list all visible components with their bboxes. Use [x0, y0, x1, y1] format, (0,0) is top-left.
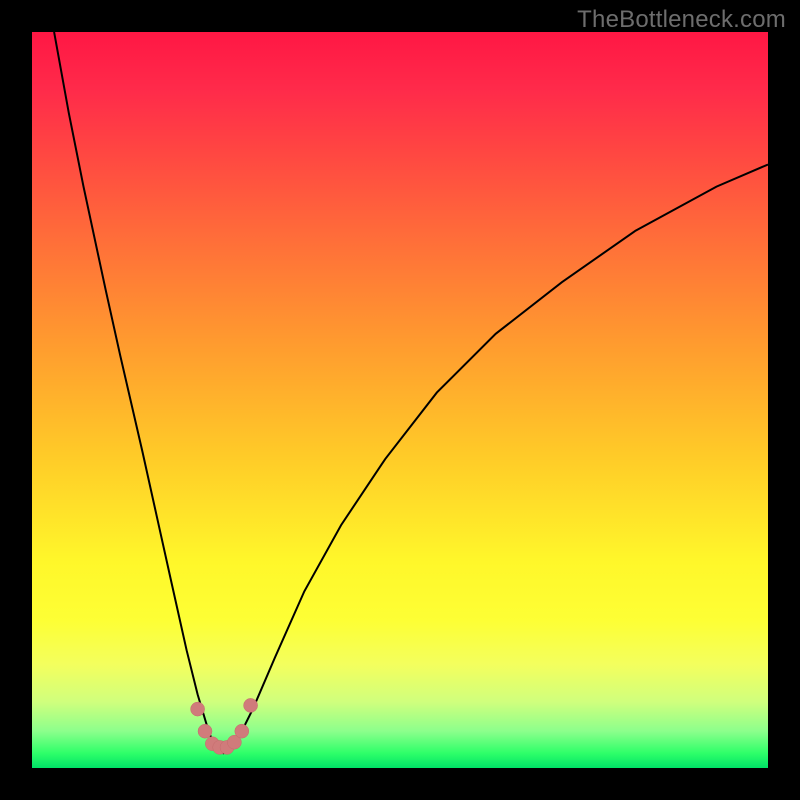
chart-plot-area [32, 32, 768, 768]
highlight-dot [191, 702, 205, 716]
watermark-text: TheBottleneck.com [577, 6, 786, 34]
highlight-dot [235, 724, 249, 738]
highlight-dots [191, 698, 258, 754]
highlight-dot [244, 698, 258, 712]
chart-svg [32, 32, 768, 768]
bottleneck-curve [54, 32, 768, 753]
highlight-dot [198, 724, 212, 738]
